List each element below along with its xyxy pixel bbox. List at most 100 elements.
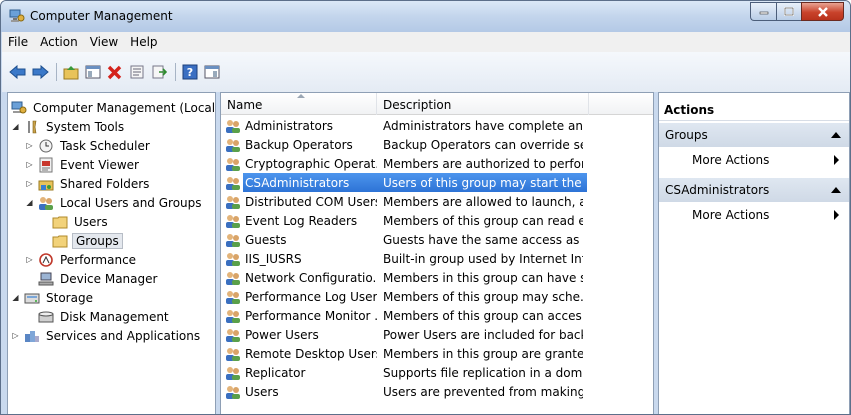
group-description: Members of this group can read e...	[383, 213, 583, 228]
column-header-name[interactable]: Name	[221, 93, 377, 115]
actions-section-groups[interactable]: Groups	[659, 123, 849, 147]
group-name: Backup Operators	[245, 137, 353, 152]
group-icon	[225, 118, 241, 134]
tree-item-task-scheduler[interactable]: ▷ Task Scheduler	[25, 136, 152, 155]
group-name: Remote Desktop Users	[245, 346, 377, 361]
close-button[interactable]	[801, 2, 844, 21]
computer-management-icon	[9, 9, 25, 23]
group-description: Built-in group used by Internet Inf...	[383, 251, 583, 266]
actions-section-csadministrators[interactable]: CSAdministrators	[659, 178, 849, 202]
window-title: Computer Management	[30, 9, 173, 23]
tree-item-local-users-and-groups[interactable]: ◢ Local Users and Groups	[25, 193, 204, 212]
tree-item-label: Disk Management	[60, 309, 169, 324]
cell-name: CSAdministrators	[225, 175, 377, 191]
collapsed-arrow-icon[interactable]: ▷	[25, 141, 34, 150]
table-row[interactable]: Backup Operators Backup Operators can ove…	[221, 135, 653, 154]
tree-item-users[interactable]: Users	[52, 212, 110, 231]
tools-icon	[24, 119, 40, 135]
console-tree[interactable]: Computer Management (Local ◢ System Tool…	[7, 92, 217, 414]
show-hide-tree-icon[interactable]	[83, 62, 103, 82]
column-header-description[interactable]: Description	[377, 93, 589, 115]
group-name: Event Log Readers	[245, 213, 358, 228]
tree-item-label: System Tools	[46, 119, 125, 134]
group-icon	[225, 213, 241, 229]
group-icon	[225, 137, 241, 153]
table-row[interactable]: Administrators Administrators have comple…	[221, 116, 653, 135]
more-actions-groups[interactable]: More Actions	[659, 149, 849, 171]
cell-name: Cryptographic Operat...	[225, 156, 377, 172]
title-bar[interactable]: Computer Management	[1, 1, 850, 32]
tree-item-label: Performance	[60, 252, 137, 267]
table-row[interactable]: Performance Log Users Members of this gro…	[221, 287, 653, 306]
minimize-button[interactable]	[750, 2, 776, 21]
collapse-section-icon[interactable]	[831, 187, 841, 193]
group-description: Users of this group may start the ...	[383, 175, 583, 190]
tree-item-event-viewer[interactable]: ▷ Event Viewer	[25, 155, 141, 174]
table-row[interactable]: Replicator Supports file replication in a…	[221, 363, 653, 382]
table-row[interactable]: Guests Guests have the same access as m..…	[221, 230, 653, 249]
cell-name: Guests	[225, 232, 377, 248]
expanded-arrow-icon[interactable]: ◢	[25, 198, 34, 207]
table-row[interactable]: Users Users are prevented from making ...	[221, 382, 653, 401]
group-name: Guests	[245, 232, 287, 247]
tree-item-shared-folders[interactable]: ▷ Shared Folders	[25, 174, 151, 193]
shared-folder-icon	[38, 176, 54, 192]
collapsed-arrow-icon[interactable]: ▷	[25, 179, 34, 188]
expanded-arrow-icon[interactable]: ◢	[11, 293, 20, 302]
menu-view[interactable]: View	[84, 35, 124, 49]
group-icon	[225, 232, 241, 248]
tree-item-device-manager[interactable]: Device Manager	[38, 269, 159, 288]
table-row[interactable]: CSAdministrators Users of this group may …	[221, 173, 653, 192]
more-actions-csadministrators[interactable]: More Actions	[659, 204, 849, 226]
folder-icon	[52, 233, 68, 249]
group-description: Members of this group may sche...	[383, 289, 583, 304]
back-arrow-icon[interactable]	[8, 62, 28, 82]
cell-name: Remote Desktop Users	[225, 346, 377, 362]
group-description: Members are allowed to launch, a...	[383, 194, 583, 209]
collapsed-arrow-icon[interactable]: ▷	[25, 255, 34, 264]
table-row[interactable]: Network Configuratio... Members in this g…	[221, 268, 653, 287]
tree-item-disk-management[interactable]: Disk Management	[38, 307, 171, 326]
menu-help[interactable]: Help	[124, 35, 163, 49]
tree-item-label: Event Viewer	[60, 157, 139, 172]
table-row[interactable]: Performance Monitor ... Members of this g…	[221, 306, 653, 325]
table-row[interactable]: Event Log Readers Members of this group c…	[221, 211, 653, 230]
table-row[interactable]: Remote Desktop Users Members in this grou…	[221, 344, 653, 363]
group-name: Performance Monitor ...	[245, 308, 377, 323]
tree-item-storage[interactable]: ◢ Storage	[11, 288, 95, 307]
export-list-icon[interactable]	[149, 62, 169, 82]
maximize-button[interactable]	[776, 2, 801, 21]
cell-name: Network Configuratio...	[225, 270, 377, 286]
table-row[interactable]: Cryptographic Operat... Members are autho…	[221, 154, 653, 173]
caption-buttons	[750, 2, 844, 22]
up-folder-icon[interactable]	[61, 62, 81, 82]
group-name: Performance Log Users	[245, 289, 377, 304]
users-icon	[38, 195, 54, 211]
forward-arrow-icon[interactable]	[30, 62, 50, 82]
tree-item-computer-management[interactable]: Computer Management (Local	[11, 98, 217, 117]
collapsed-arrow-icon[interactable]: ▷	[25, 160, 34, 169]
properties-icon[interactable]	[127, 62, 147, 82]
tree-item-services-and-applications[interactable]: ▷ Services and Applications	[11, 326, 202, 345]
menu-file[interactable]: File	[2, 35, 34, 49]
collapsed-arrow-icon[interactable]: ▷	[11, 331, 20, 340]
tree-item-groups[interactable]: Groups	[52, 231, 123, 250]
group-icon	[225, 270, 241, 286]
cell-name: Backup Operators	[225, 137, 377, 153]
group-icon	[225, 194, 241, 210]
menu-action[interactable]: Action	[34, 35, 84, 49]
tree-item-performance[interactable]: ▷ Performance	[25, 250, 138, 269]
tree-item-label: Groups	[72, 232, 123, 249]
table-row[interactable]: Power Users Power Users are included for …	[221, 325, 653, 344]
groups-list[interactable]: Name Description Administrators Administr…	[220, 92, 654, 414]
help-icon[interactable]: ?	[180, 62, 200, 82]
delete-icon[interactable]	[105, 62, 125, 82]
expanded-arrow-icon[interactable]: ◢	[11, 122, 20, 131]
clock-icon	[38, 138, 54, 154]
table-row[interactable]: Distributed COM Users Members are allowed…	[221, 192, 653, 211]
tree-item-system-tools[interactable]: ◢ System Tools	[11, 117, 126, 136]
menu-bar: File Action View Help	[2, 32, 850, 52]
table-row[interactable]: IIS_IUSRS Built-in group used by Internet…	[221, 249, 653, 268]
show-hide-action-pane-icon[interactable]	[202, 62, 222, 82]
collapse-section-icon[interactable]	[831, 132, 841, 138]
